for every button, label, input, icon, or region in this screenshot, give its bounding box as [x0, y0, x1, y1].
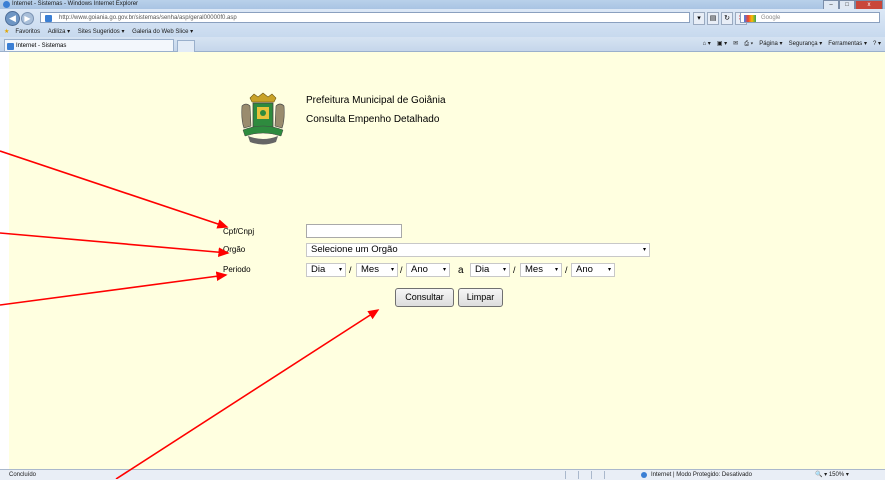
address-tools: ▾ ▤ ↻ ✕: [693, 12, 747, 25]
window-title: Internet - Sistemas - Windows Internet E…: [12, 1, 139, 7]
goiania-crest-icon: [241, 92, 285, 145]
chevron-down-icon: ▾: [502, 267, 506, 273]
compat-view-icon[interactable]: ▤: [707, 12, 719, 25]
google-logo-icon: [744, 15, 756, 22]
date-slash: /: [349, 265, 352, 275]
search-input[interactable]: Google: [740, 12, 880, 23]
mes-start-select[interactable]: Mes ▾: [356, 263, 398, 277]
page-favicon-icon: [45, 15, 52, 22]
mes-start-value: Mes: [361, 264, 379, 275]
chevron-down-icon: ▾: [554, 267, 558, 273]
fav-item-adiliza[interactable]: Adiliza ▾: [48, 27, 70, 37]
ano-end-select[interactable]: Ano ▾: [571, 263, 615, 277]
dia-start-select[interactable]: Dia ▾: [306, 263, 346, 277]
globe-icon: [641, 472, 647, 478]
back-icon[interactable]: ◀: [5, 11, 20, 26]
zoom-value: 150%: [828, 472, 845, 478]
chevron-down-icon: ▾: [338, 267, 342, 273]
status-bar: Concluído Internet | Modo Protegido: Des…: [0, 469, 885, 480]
page-content: Prefeitura Municipal de Goiânia Consulta…: [9, 52, 885, 469]
date-range-separator: a: [458, 265, 464, 276]
tab-internet-sistemas[interactable]: Internet - Sistemas: [4, 39, 174, 51]
ano-start-select[interactable]: Ano ▾: [406, 263, 450, 277]
window-controls: – □ x: [823, 0, 883, 10]
favorites-bar: ★ Favoritos Adiliza ▾ Sites Sugeridos ▾ G…: [0, 27, 885, 37]
refresh-icon[interactable]: ↻: [721, 12, 733, 25]
orgao-select[interactable]: Selecione um Orgão ▾: [306, 243, 650, 257]
address-bar[interactable]: http://www.goiania.go.gov.br/sistemas/se…: [40, 12, 690, 23]
ano-end-value: Ano: [576, 264, 593, 275]
dia-start-value: Dia: [311, 264, 326, 275]
chevron-down-icon: ▾: [607, 267, 611, 273]
page-subtitle-consulta: Consulta Empenho Detalhado: [306, 114, 440, 125]
date-slash: /: [565, 265, 568, 275]
page-title-prefeitura: Prefeitura Municipal de Goiânia: [306, 95, 446, 106]
cmd-seguranca[interactable]: Segurança ▾: [789, 39, 823, 49]
consultar-button[interactable]: Consultar: [395, 288, 454, 307]
orgao-select-value: Selecione um Orgão: [311, 244, 398, 255]
home-icon[interactable]: ⌂ ▾: [703, 39, 711, 49]
help-icon[interactable]: ? ▾: [873, 39, 881, 49]
feeds-icon[interactable]: ▣ ▾: [717, 39, 727, 49]
fav-item-sites-sugeridos[interactable]: Sites Sugeridos ▾: [78, 27, 125, 37]
tab-favicon-icon: [7, 43, 14, 50]
mes-end-select[interactable]: Mes ▾: [520, 263, 562, 277]
fav-item-web-slice[interactable]: Galeria do Web Slice ▾: [132, 27, 193, 37]
limpar-button[interactable]: Limpar: [458, 288, 503, 307]
search-placeholder: Google: [761, 15, 781, 21]
favorites-star-icon: ★: [4, 29, 10, 35]
date-slash: /: [400, 265, 403, 275]
cpf-input[interactable]: [306, 224, 402, 238]
tab-label: Internet - Sistemas: [16, 43, 67, 49]
periodo-label: Periodo: [223, 265, 251, 274]
command-bar: ⌂ ▾ ▣ ▾ ✉ ⎙ ▾ Página ▾ Segurança ▾ Ferra…: [703, 39, 882, 49]
mail-icon[interactable]: ✉: [733, 39, 738, 49]
print-icon[interactable]: ⎙ ▾: [744, 39, 753, 49]
forward-icon[interactable]: ▶: [21, 12, 34, 25]
chevron-down-icon: ▾: [442, 267, 446, 273]
cmd-ferramentas[interactable]: Ferramentas ▾: [828, 39, 867, 49]
orgao-label: Orgão: [223, 245, 246, 254]
window-title-bar: Internet - Sistemas - Windows Internet E…: [0, 0, 885, 10]
favorites-button[interactable]: Favoritos: [15, 27, 40, 37]
url-text: http://www.goiania.go.gov.br/sistemas/se…: [59, 15, 237, 21]
chevron-down-icon: ▾: [390, 267, 394, 273]
cmd-pagina[interactable]: Página ▾: [759, 39, 782, 49]
chevron-down-icon: ▾: [642, 247, 646, 253]
ie-logo-icon: [3, 1, 10, 8]
dropdown-icon[interactable]: ▾: [693, 12, 705, 25]
date-slash: /: [513, 265, 516, 275]
dia-end-select[interactable]: Dia ▾: [470, 263, 510, 277]
dia-end-value: Dia: [475, 264, 490, 275]
ano-start-value: Ano: [411, 264, 428, 275]
mes-end-value: Mes: [525, 264, 543, 275]
cpf-label: Cpf/Cnpj: [223, 227, 255, 236]
address-toolbar: ◀ ▶ http://www.goiania.go.gov.br/sistema…: [0, 9, 885, 37]
status-dividers: [565, 471, 605, 479]
